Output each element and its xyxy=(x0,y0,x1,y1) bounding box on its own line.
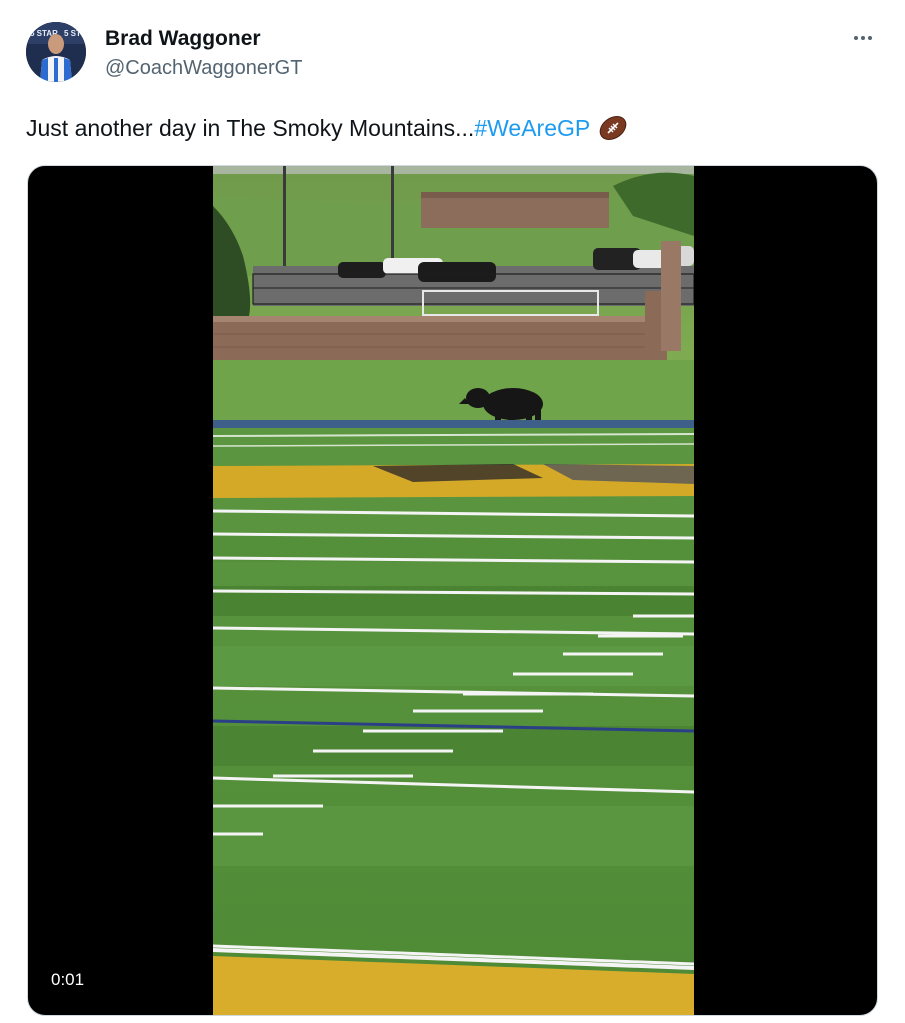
more-dot xyxy=(868,36,872,40)
more-options-button[interactable] xyxy=(849,26,877,50)
video-player[interactable]: 0:01 xyxy=(27,165,878,1016)
video-timestamp: 0:01 xyxy=(44,967,92,993)
tweet-text: Just another day in The Smoky Mountains.… xyxy=(26,112,628,150)
more-dot xyxy=(861,36,865,40)
svg-text:5 ST: 5 ST xyxy=(64,29,81,38)
tweet-body: Just another day in The Smoky Mountains.… xyxy=(26,115,475,141)
avatar[interactable]: 5 STAR 5 ST xyxy=(26,22,86,82)
football-icon xyxy=(598,114,628,150)
video-frame xyxy=(213,166,694,1015)
more-horizontal-icon xyxy=(854,36,858,40)
author-info: Brad Waggoner @CoachWaggonerGT xyxy=(105,26,302,81)
avatar-image: 5 STAR 5 ST xyxy=(26,22,86,82)
tweet: 5 STAR 5 ST Brad Waggoner @CoachWaggoner… xyxy=(0,0,905,1023)
hashtag-link[interactable]: #WeAreGP xyxy=(474,115,590,141)
display-name[interactable]: Brad Waggoner xyxy=(105,26,302,52)
user-handle[interactable]: @CoachWaggonerGT xyxy=(105,55,302,81)
